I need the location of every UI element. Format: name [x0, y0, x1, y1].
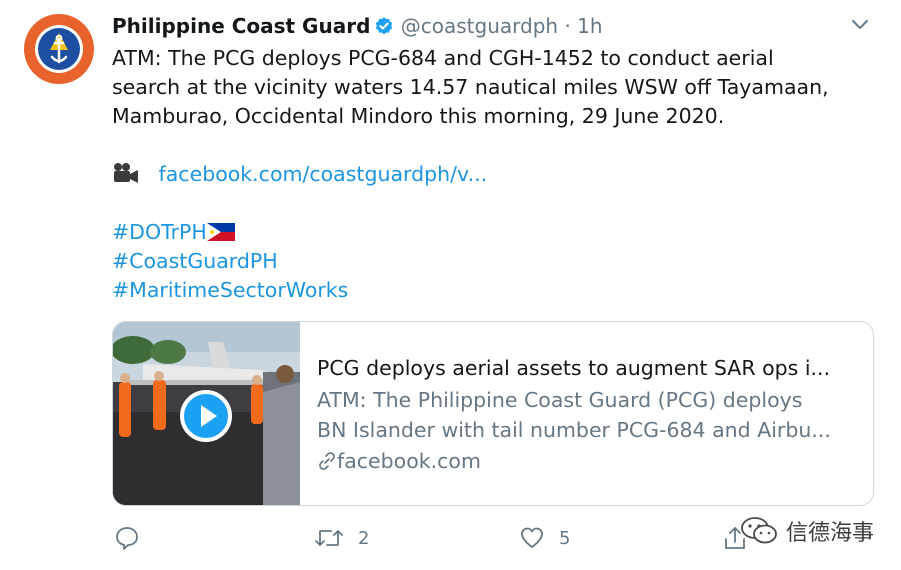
- video-link-row: facebook.com/coastguardph/v...: [112, 160, 487, 189]
- card-domain-text: facebook.com: [337, 449, 481, 473]
- tweet-time[interactable]: 1h: [577, 14, 602, 38]
- wechat-icon: [741, 517, 777, 544]
- like-count: 5: [559, 527, 571, 549]
- tweet-header: Philippine Coast Guard @coastguardph · 1…: [112, 11, 603, 41]
- card-domain: facebook.com: [317, 446, 481, 476]
- retweet-button[interactable]: 2: [314, 525, 369, 551]
- card-description: ATM: The Philippine Coast Guard (PCG) de…: [317, 385, 862, 445]
- verified-badge-icon: [376, 17, 393, 35]
- tweet-text-line: Mamburao, Occidental Mindoro this mornin…: [112, 104, 725, 128]
- watermark-text: 信德海事: [786, 521, 875, 546]
- card-description-line: ATM: The Philippine Coast Guard (PCG) de…: [317, 388, 803, 412]
- video-camera-icon: [114, 163, 138, 183]
- author-name[interactable]: Philippine Coast Guard: [112, 14, 370, 38]
- reply-icon: [116, 527, 138, 550]
- hashtag-maritimesectorworks[interactable]: #MaritimeSectorWorks: [112, 278, 348, 302]
- wechat-watermark: 信德海事: [740, 515, 874, 547]
- pcg-avatar[interactable]: [22, 12, 96, 86]
- play-button-icon[interactable]: [180, 390, 232, 442]
- hashtags: #DOTrPH #CoastGuardPH #MaritimeSectorWor…: [112, 218, 348, 305]
- like-button[interactable]: 5: [519, 525, 570, 551]
- hashtag-coastguardph[interactable]: #CoastGuardPH: [112, 249, 278, 273]
- tweet-text-line: ATM: The PCG deploys PCG-684 and CGH-145…: [112, 46, 774, 70]
- facebook-video-link[interactable]: facebook.com/coastguardph/v...: [159, 162, 488, 186]
- tweet-text-line: search at the vicinity waters 14.57 naut…: [112, 75, 829, 99]
- reply-button[interactable]: [114, 525, 140, 551]
- card-title: PCG deploys aerial assets to augment SAR…: [317, 356, 831, 380]
- tweet-text: ATM: The PCG deploys PCG-684 and CGH-145…: [112, 44, 882, 131]
- chevron-down-icon[interactable]: [849, 17, 871, 33]
- header-separator: ·: [564, 14, 571, 38]
- author-handle[interactable]: @coastguardph: [401, 14, 558, 38]
- card-description-line: BN Islander with tail number PCG-684 and…: [317, 418, 831, 442]
- link-icon: [319, 452, 335, 470]
- hashtag-dotrph[interactable]: #DOTrPH: [112, 220, 207, 244]
- philippines-flag-icon: [206, 223, 235, 241]
- heart-icon: [521, 527, 543, 548]
- retweet-count: 2: [358, 527, 370, 549]
- retweet-icon: [315, 530, 343, 546]
